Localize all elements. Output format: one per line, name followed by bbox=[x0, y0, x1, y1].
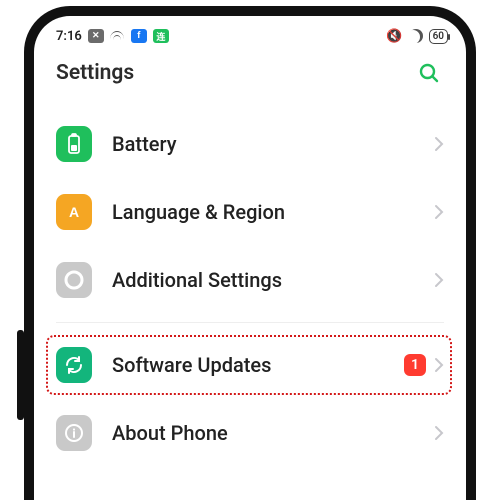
phone-side-button bbox=[17, 330, 24, 420]
letter-a-icon: A bbox=[56, 194, 92, 230]
app-notification-icon: 连 bbox=[153, 29, 169, 43]
chevron-right-icon bbox=[434, 357, 444, 373]
settings-row-label: Language & Region bbox=[112, 200, 434, 224]
settings-row-label: Battery bbox=[112, 132, 434, 156]
settings-row-software-updates[interactable]: Software Updates 1 bbox=[34, 331, 466, 399]
gear-icon bbox=[56, 262, 92, 298]
settings-row-label: Additional Settings bbox=[112, 268, 434, 292]
settings-row-about-phone[interactable]: About Phone bbox=[34, 399, 466, 467]
refresh-icon bbox=[56, 347, 92, 383]
chevron-right-icon bbox=[434, 272, 444, 288]
battery-indicator: 60 bbox=[429, 29, 448, 44]
battery-icon bbox=[56, 126, 92, 162]
notification-badge: 1 bbox=[404, 354, 426, 376]
facebook-icon: f bbox=[131, 29, 147, 43]
page-title: Settings bbox=[56, 61, 134, 85]
status-time: 7:16 bbox=[56, 29, 82, 44]
settings-row-additional[interactable]: Additional Settings bbox=[34, 246, 466, 314]
status-left: 7:16 ✕ f 连 bbox=[56, 29, 169, 44]
settings-row-label: About Phone bbox=[112, 421, 434, 445]
do-not-disturb-icon bbox=[409, 29, 423, 43]
info-icon bbox=[56, 415, 92, 451]
search-icon bbox=[417, 61, 441, 85]
battery-percent: 60 bbox=[433, 31, 444, 42]
status-right: 🔇 60 bbox=[386, 29, 448, 44]
header: Settings bbox=[34, 50, 466, 100]
settings-row-label: Software Updates bbox=[112, 353, 404, 377]
phone-frame: 7:16 ✕ f 连 🔇 60 Settings bbox=[24, 6, 476, 500]
chevron-right-icon bbox=[434, 136, 444, 152]
status-bar: 7:16 ✕ f 连 🔇 60 bbox=[34, 22, 466, 50]
svg-text:A: A bbox=[69, 204, 79, 220]
settings-row-battery[interactable]: Battery bbox=[34, 110, 466, 178]
close-notification-icon: ✕ bbox=[88, 29, 104, 43]
chevron-right-icon bbox=[434, 425, 444, 441]
chevron-right-icon bbox=[434, 204, 444, 220]
settings-list: Battery A Language & Region Additional S… bbox=[34, 100, 466, 467]
section-divider bbox=[56, 322, 444, 323]
wifi-icon bbox=[110, 31, 125, 42]
mute-icon: 🔇 bbox=[386, 29, 402, 44]
search-button[interactable] bbox=[414, 58, 444, 88]
settings-row-language[interactable]: A Language & Region bbox=[34, 178, 466, 246]
